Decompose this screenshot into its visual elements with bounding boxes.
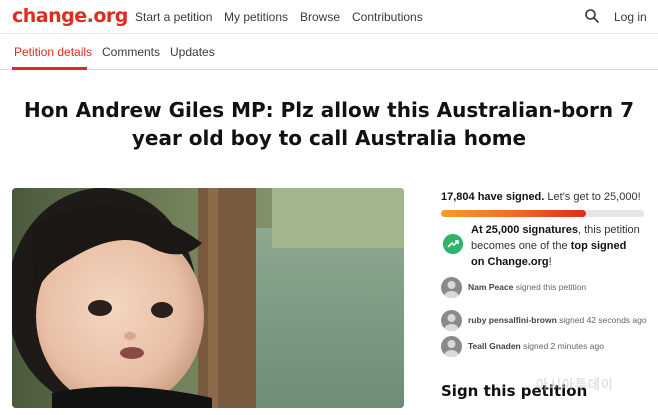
signer-action: signed 42 seconds ago <box>559 315 647 325</box>
signer-text: Teall Gnaden signed 2 minutes ago <box>468 341 604 351</box>
milestone-text: At 25,000 signatures, this petition beco… <box>471 222 646 270</box>
tab-petition-details[interactable]: Petition details <box>14 45 92 59</box>
signature-goal: Let's get to 25,000! <box>547 191 641 203</box>
signed-count: 17,804 have signed. <box>441 191 545 203</box>
signature-count: 17,804 have signed. Let's get to 25,000! <box>441 191 641 203</box>
avatar <box>441 277 462 298</box>
signer-name: Teall Gnaden <box>468 341 521 351</box>
petition-photo <box>12 188 404 408</box>
milestone-box: At 25,000 signatures, this petition beco… <box>441 222 645 270</box>
petition-tabs: Petition details Comments Updates <box>0 34 658 70</box>
trending-up-icon <box>443 234 463 254</box>
nav-start-petition[interactable]: Start a petition <box>135 10 212 24</box>
milestone-change-org: on Change.org <box>471 256 549 268</box>
search-icon[interactable] <box>584 8 600 24</box>
change-org-logo[interactable]: change.org <box>12 5 128 27</box>
signature-progress-bar <box>441 210 644 217</box>
signer-action: signed this petition <box>515 282 587 292</box>
signer-text: ruby pensalfini-brown signed 42 seconds … <box>468 315 647 325</box>
milestone-strong: At 25,000 signatures <box>471 224 578 236</box>
avatar <box>441 336 462 357</box>
login-link[interactable]: Log in <box>614 10 647 24</box>
milestone-top-signed: top signed <box>570 240 627 252</box>
recent-signer: Teall Gnaden signed 2 minutes ago <box>441 336 651 358</box>
signer-name: Nam Peace <box>468 282 514 292</box>
top-navbar: change.org Start a petition My petitions… <box>0 0 658 34</box>
avatar <box>441 310 462 331</box>
watermark: 아시아투데이 <box>536 378 614 393</box>
signature-progress-fill <box>441 210 586 217</box>
signer-name: ruby pensalfini-brown <box>468 315 557 325</box>
active-tab-indicator <box>12 67 87 70</box>
milestone-exclamation: ! <box>548 256 552 268</box>
tab-updates[interactable]: Updates <box>170 45 215 59</box>
nav-contributions[interactable]: Contributions <box>352 10 423 24</box>
recent-signer: Nam Peace signed this petition <box>441 277 651 299</box>
recent-signer: ruby pensalfini-brown signed 42 seconds … <box>441 310 651 332</box>
nav-my-petitions[interactable]: My petitions <box>224 10 288 24</box>
signer-action: signed 2 minutes ago <box>523 341 604 351</box>
petition-title: Hon Andrew Giles MP: Plz allow this Aust… <box>23 98 634 150</box>
signer-text: Nam Peace signed this petition <box>468 282 586 292</box>
nav-browse[interactable]: Browse <box>300 10 340 24</box>
tab-comments[interactable]: Comments <box>102 45 160 59</box>
